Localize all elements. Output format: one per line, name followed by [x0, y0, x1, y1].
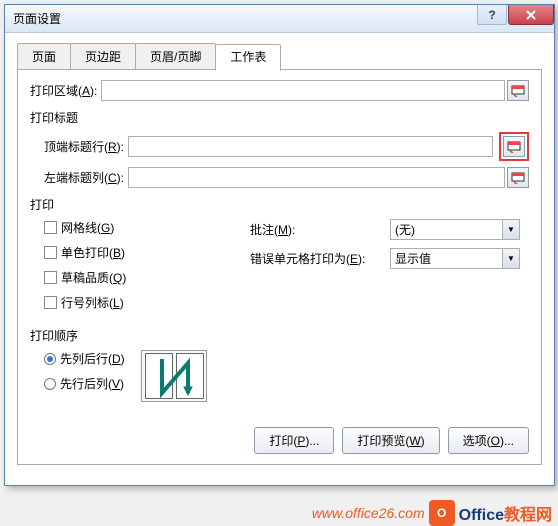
print-area-picker[interactable] [507, 80, 529, 101]
dialog-window: 页面设置 ? 页面 页边距 页眉/页脚 工作表 打印区域(A): [4, 4, 555, 486]
checkbox-icon [44, 246, 57, 259]
range-picker-icon [507, 141, 521, 153]
tab-margins[interactable]: 页边距 [70, 43, 136, 70]
range-picker-icon [511, 85, 525, 97]
watermark-brand: Office教程网 [459, 501, 552, 525]
chevron-down-icon: ▼ [502, 220, 519, 239]
comments-value: (无) [395, 221, 415, 238]
top-row-input[interactable] [128, 136, 493, 157]
help-button[interactable]: ? [477, 5, 507, 25]
bw-label: 单色打印(B) [61, 244, 125, 261]
close-icon [526, 10, 536, 20]
rowcol-check[interactable]: 行号列标(L) [44, 294, 230, 311]
checkbox-icon [44, 296, 57, 309]
downover-radio[interactable]: 先列后行(D) [44, 350, 125, 367]
radio-icon [44, 353, 56, 365]
gridlines-check[interactable]: 网格线(G) [44, 219, 230, 236]
left-col-input[interactable] [128, 167, 505, 188]
overdown-label: 先行后列(V) [60, 375, 124, 392]
comments-combo[interactable]: (无) ▼ [390, 219, 520, 240]
tab-page[interactable]: 页面 [17, 43, 71, 70]
print-heading: 打印 [30, 196, 529, 213]
order-section: 先列后行(D) 先行后列(V) [30, 350, 529, 402]
options-button[interactable]: 选项(O)... [448, 427, 529, 454]
print-area-row: 打印区域(A): [30, 80, 529, 101]
close-button[interactable] [508, 5, 554, 25]
left-col-picker[interactable] [507, 167, 529, 188]
highlight-box [499, 132, 529, 161]
order-heading: 打印顺序 [30, 327, 529, 344]
chevron-down-icon: ▼ [502, 249, 519, 268]
print-options: 网格线(G) 单色打印(B) 草稿品质(Q) 行号列标(L) 批注(M): (无… [30, 219, 529, 319]
print-titles-heading: 打印标题 [30, 109, 529, 126]
tab-sheet[interactable]: 工作表 [215, 44, 281, 71]
overdown-radio[interactable]: 先行后列(V) [44, 375, 125, 392]
draft-label: 草稿品质(Q) [61, 269, 126, 286]
draft-check[interactable]: 草稿品质(Q) [44, 269, 230, 286]
gridlines-label: 网格线(G) [61, 219, 114, 236]
comments-row: 批注(M): (无) ▼ [250, 219, 529, 240]
downover-label: 先列后行(D) [60, 350, 125, 367]
left-col-label: 左端标题列(C): [44, 169, 124, 186]
titlebar[interactable]: 页面设置 ? [5, 5, 554, 33]
tab-bar: 页面 页边距 页眉/页脚 工作表 [17, 43, 542, 70]
left-col-row: 左端标题列(C): [30, 167, 529, 188]
window-title: 页面设置 [13, 10, 61, 27]
checkbox-icon [44, 221, 57, 234]
titlebar-buttons: ? [477, 5, 554, 25]
order-preview-icon [141, 350, 207, 402]
dialog-content: 页面 页边距 页眉/页脚 工作表 打印区域(A): 打印标题 顶端标题行(R) [5, 33, 554, 485]
watermark-logo-icon: O [429, 500, 455, 526]
errors-value: 显示值 [395, 250, 431, 267]
print-area-label: 打印区域(A): [30, 82, 97, 99]
print-button[interactable]: 打印(P)... [254, 427, 334, 454]
tab-headerfooter[interactable]: 页眉/页脚 [135, 43, 216, 70]
watermark: www.office26.com O Office教程网 [312, 500, 552, 526]
radio-icon [44, 378, 56, 390]
print-area-input[interactable] [101, 80, 505, 101]
bw-check[interactable]: 单色打印(B) [44, 244, 230, 261]
comments-label: 批注(M): [250, 221, 390, 238]
preview-button[interactable]: 打印预览(W) [342, 427, 439, 454]
sheet-panel: 打印区域(A): 打印标题 顶端标题行(R): [17, 69, 542, 465]
errors-combo[interactable]: 显示值 ▼ [390, 248, 520, 269]
top-row-picker[interactable] [503, 136, 525, 157]
top-row-row: 顶端标题行(R): [30, 132, 529, 161]
rowcol-label: 行号列标(L) [61, 294, 124, 311]
checkbox-icon [44, 271, 57, 284]
top-row-label: 顶端标题行(R): [44, 138, 124, 155]
errors-row: 错误单元格打印为(E): 显示值 ▼ [250, 248, 529, 269]
range-picker-icon [511, 172, 525, 184]
errors-label: 错误单元格打印为(E): [250, 250, 390, 267]
watermark-url: www.office26.com [312, 505, 425, 521]
button-bar: 打印(P)... 打印预览(W) 选项(O)... [254, 427, 529, 454]
